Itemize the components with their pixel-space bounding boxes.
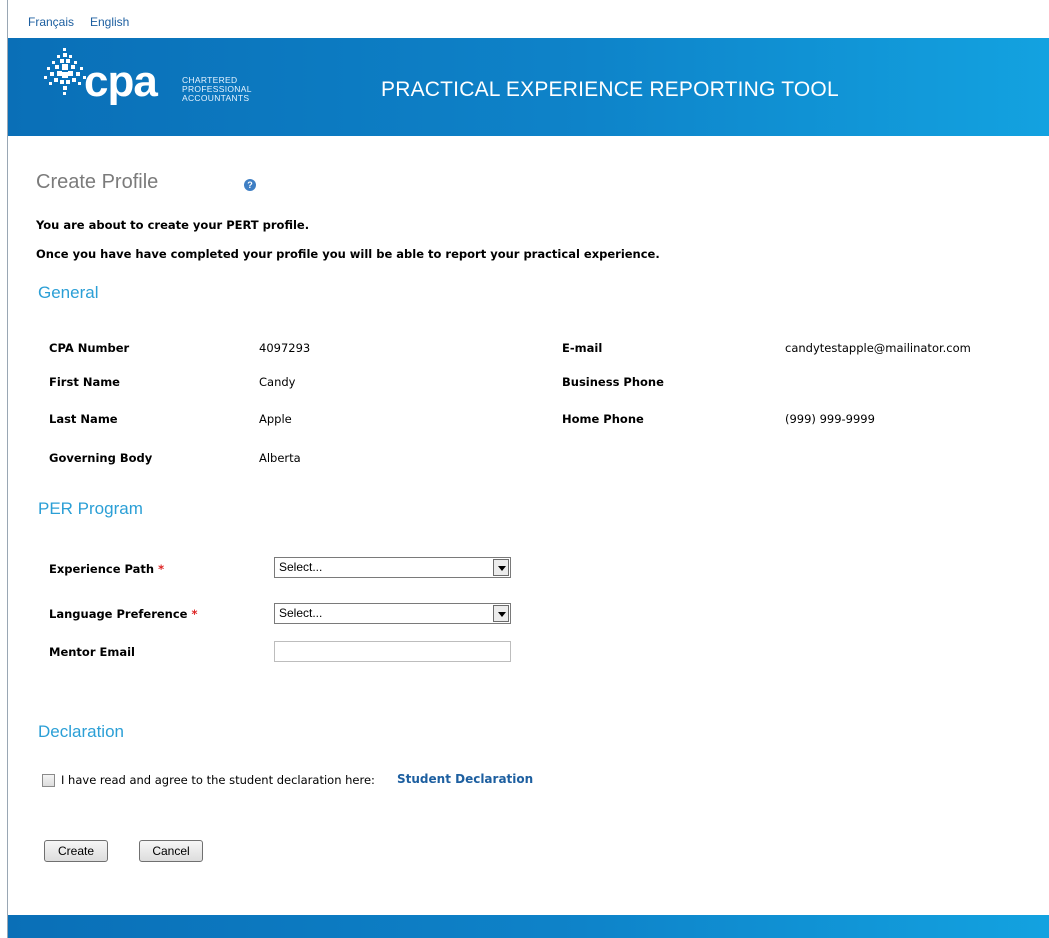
experience-path-select[interactable]: Select... bbox=[274, 557, 511, 578]
label-text: Experience Path bbox=[49, 562, 155, 576]
label-mentor-email: Mentor Email bbox=[49, 645, 135, 659]
section-title-general: General bbox=[38, 283, 99, 302]
lang-link-english[interactable]: English bbox=[90, 15, 129, 29]
section-title-per-program: PER Program bbox=[38, 499, 143, 518]
value-email: candytestapple@mailinator.com bbox=[785, 341, 971, 355]
select-value: Select... bbox=[279, 560, 323, 574]
label-language-preference: Language Preference * bbox=[49, 607, 198, 621]
help-icon[interactable]: ? bbox=[244, 179, 256, 191]
value-first-name: Candy bbox=[259, 375, 296, 389]
section-title-declaration: Declaration bbox=[38, 722, 124, 741]
label-cpa-number: CPA Number bbox=[49, 341, 130, 355]
label-first-name: First Name bbox=[49, 375, 120, 389]
lang-link-french[interactable]: Français bbox=[28, 15, 74, 29]
dropdown-arrow-icon[interactable] bbox=[493, 605, 509, 622]
mentor-email-input[interactable] bbox=[274, 641, 511, 662]
cancel-button[interactable]: Cancel bbox=[139, 840, 203, 862]
student-declaration-link[interactable]: Student Declaration bbox=[397, 772, 533, 786]
page-title: Create Profile bbox=[36, 171, 159, 193]
value-last-name: Apple bbox=[259, 412, 292, 426]
required-mark: * bbox=[191, 607, 198, 621]
declaration-checkbox[interactable] bbox=[42, 774, 55, 787]
intro-text: Once you have have completed your profil… bbox=[36, 247, 660, 261]
label-governing-body: Governing Body bbox=[49, 451, 153, 465]
label-experience-path: Experience Path * bbox=[49, 562, 164, 576]
value-governing-body: Alberta bbox=[259, 451, 301, 465]
language-bar: Français English bbox=[8, 0, 1049, 38]
language-preference-select[interactable]: Select... bbox=[274, 603, 511, 624]
value-home-phone: (999) 999-9999 bbox=[785, 412, 875, 426]
declaration-text: I have read and agree to the student dec… bbox=[61, 773, 375, 787]
label-email: E-mail bbox=[562, 341, 603, 355]
cpa-logo-subtitle: CHARTERED PROFESSIONAL ACCOUNTANTS bbox=[182, 76, 252, 103]
header-banner: cpa CHARTERED PROFESSIONAL ACCOUNTANTS P… bbox=[8, 38, 1049, 136]
dropdown-arrow-icon[interactable] bbox=[493, 559, 509, 576]
footer-bar bbox=[8, 915, 1049, 938]
value-cpa-number: 4097293 bbox=[259, 341, 311, 355]
page-frame: Français English cpa CHARTERED PROFESSIO… bbox=[7, 0, 1049, 938]
intro-text: You are about to create your PERT profil… bbox=[36, 218, 310, 232]
required-mark: * bbox=[158, 562, 165, 576]
label-business-phone: Business Phone bbox=[562, 375, 664, 389]
logo-sub-line: ACCOUNTANTS bbox=[182, 93, 250, 103]
maple-burst-icon bbox=[44, 48, 86, 95]
label-home-phone: Home Phone bbox=[562, 412, 644, 426]
cpa-logo: cpa bbox=[84, 57, 158, 106]
select-value: Select... bbox=[279, 606, 323, 620]
app-title: PRACTICAL EXPERIENCE REPORTING TOOL bbox=[381, 78, 839, 101]
label-text: Language Preference bbox=[49, 607, 188, 621]
label-last-name: Last Name bbox=[49, 412, 118, 426]
create-button[interactable]: Create bbox=[44, 840, 108, 862]
